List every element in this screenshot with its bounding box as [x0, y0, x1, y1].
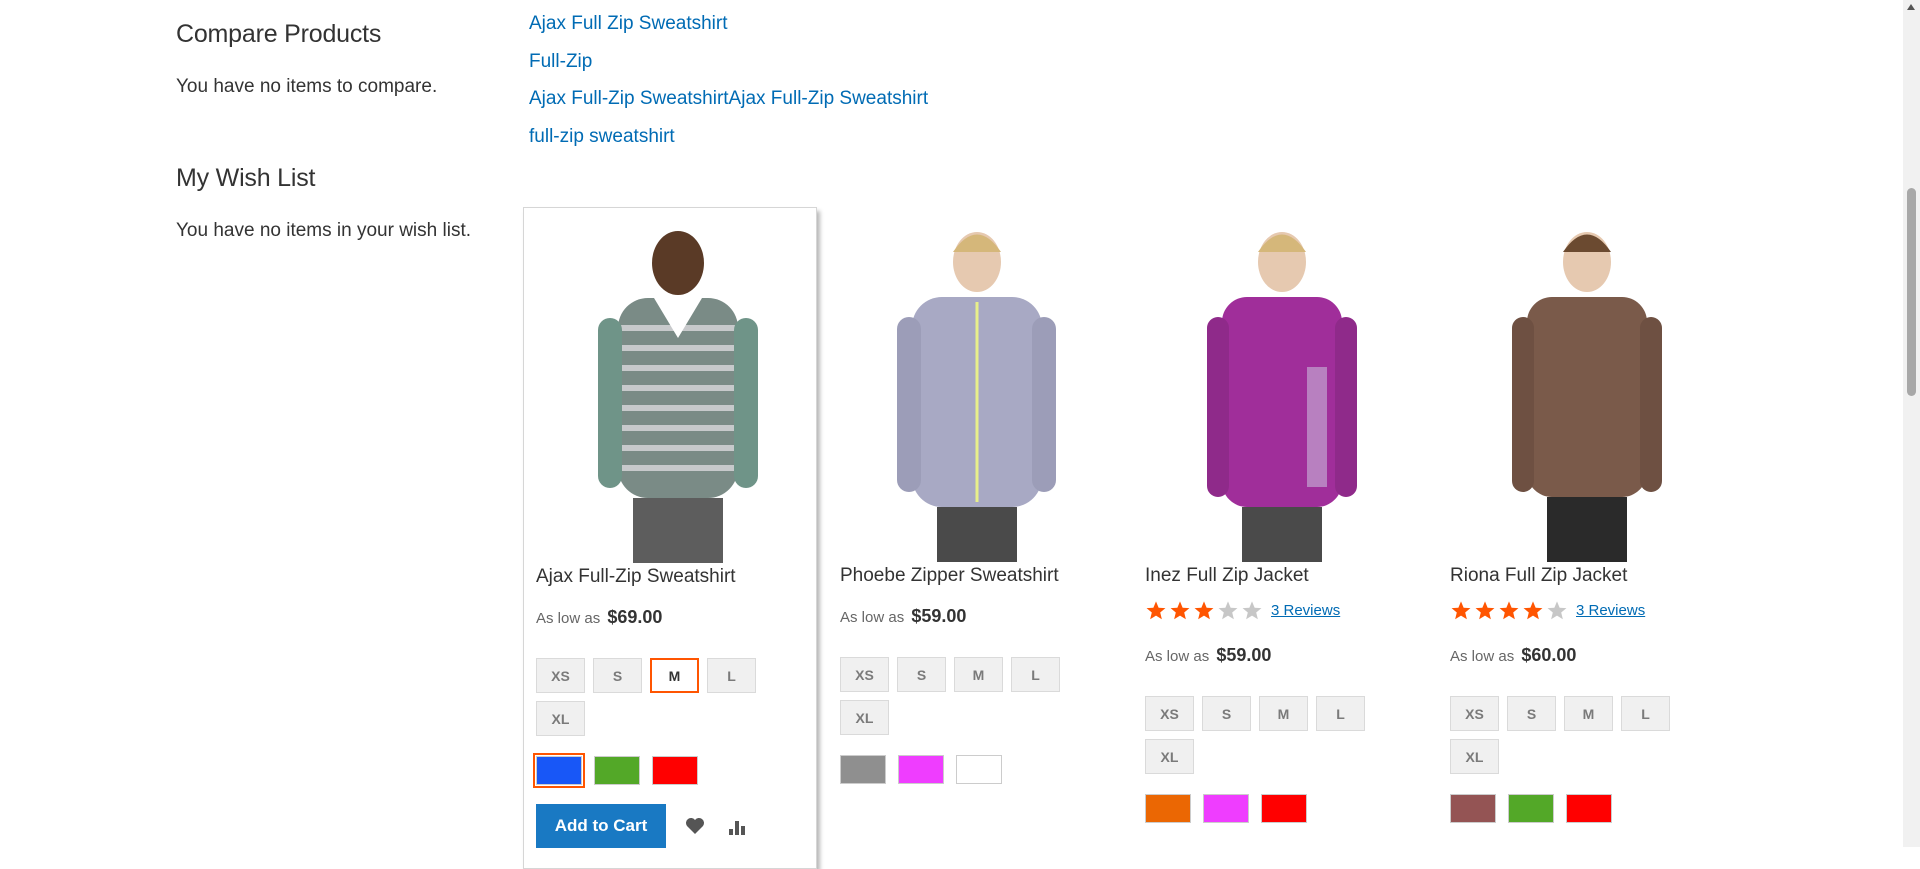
search-term-link[interactable]: full-zip sweatshirt: [529, 125, 928, 149]
star-icon: [1547, 601, 1567, 620]
size-option-selected[interactable]: M: [650, 658, 699, 693]
rating-stars: [1450, 600, 1570, 621]
star-icon: [1170, 601, 1190, 620]
product-name[interactable]: Riona Full Zip Jacket: [1450, 565, 1627, 587]
star-icon: [1451, 601, 1471, 620]
wishlist-empty-text: You have no items in your wish list.: [176, 220, 472, 241]
product-rating: 3 Reviews: [1145, 600, 1340, 621]
star-icon: [1146, 601, 1166, 620]
star-icon: [1475, 601, 1495, 620]
search-term-link[interactable]: Full-Zip: [529, 50, 928, 74]
color-swatch-white[interactable]: [956, 755, 1002, 784]
size-options: XS S M L XL: [536, 658, 796, 736]
bar-chart-icon[interactable]: [724, 813, 750, 839]
size-option[interactable]: M: [954, 657, 1003, 692]
size-options: XS S M L XL: [840, 657, 1100, 735]
related-search-terms: Ajax Full Zip Sweatshirt Full-Zip Ajax F…: [529, 12, 928, 162]
product-card[interactable]: Inez Full Zip Jacket 3 Reviews As low as…: [1133, 207, 1425, 867]
search-term-link[interactable]: Ajax Full Zip Sweatshirt: [529, 12, 928, 36]
color-swatch-orange[interactable]: [1145, 794, 1191, 823]
color-swatch-green[interactable]: [594, 756, 640, 785]
product-name[interactable]: Ajax Full-Zip Sweatshirt: [536, 566, 736, 588]
price-value: $59.00: [911, 606, 967, 626]
reviews-link[interactable]: 3 Reviews: [1576, 602, 1645, 619]
product-actions: Add to Cart: [536, 804, 750, 848]
product-price: As low as $60.00: [1450, 645, 1576, 666]
size-option[interactable]: M: [1259, 696, 1308, 731]
star-icon: [1523, 601, 1543, 620]
size-option[interactable]: L: [1621, 696, 1670, 731]
color-swatch-blue[interactable]: [533, 753, 585, 788]
size-option[interactable]: XL: [536, 701, 585, 736]
color-swatch-brown[interactable]: [1450, 794, 1496, 823]
color-swatch-purple[interactable]: [898, 755, 944, 784]
search-term-link[interactable]: Ajax Full-Zip SweatshirtAjax Full-Zip Sw…: [529, 87, 928, 111]
product-price: As low as $69.00: [536, 607, 662, 628]
size-option[interactable]: S: [1202, 696, 1251, 731]
size-options: XS S M L XL: [1450, 696, 1710, 774]
product-card[interactable]: Phoebe Zipper Sweatshirt As low as $59.0…: [828, 207, 1120, 867]
size-option[interactable]: S: [897, 657, 946, 692]
product-card[interactable]: Riona Full Zip Jacket 3 Reviews As low a…: [1438, 207, 1730, 867]
size-option[interactable]: XL: [840, 700, 889, 735]
color-options: [1450, 794, 1612, 823]
product-name[interactable]: Inez Full Zip Jacket: [1145, 565, 1309, 587]
scroll-up-icon[interactable]: [1907, 4, 1915, 10]
color-swatch-red[interactable]: [1566, 794, 1612, 823]
color-swatch-gray[interactable]: [840, 755, 886, 784]
size-option[interactable]: XL: [1450, 739, 1499, 774]
color-swatch-red[interactable]: [652, 756, 698, 785]
price-prefix: As low as: [1145, 648, 1210, 665]
price-value: $59.00: [1216, 645, 1272, 665]
rating-stars: [1145, 600, 1265, 621]
star-icon: [1242, 601, 1262, 620]
product-price: As low as $59.00: [1145, 645, 1271, 666]
size-option[interactable]: L: [707, 658, 756, 693]
size-option[interactable]: S: [1507, 696, 1556, 731]
size-option[interactable]: L: [1316, 696, 1365, 731]
price-prefix: As low as: [1450, 648, 1515, 665]
price-value: $60.00: [1521, 645, 1577, 665]
price-prefix: As low as: [840, 609, 905, 626]
product-photo[interactable]: [1147, 217, 1410, 562]
reviews-link[interactable]: 3 Reviews: [1271, 602, 1340, 619]
compare-products-title: Compare Products: [176, 20, 382, 48]
product-name[interactable]: Phoebe Zipper Sweatshirt: [840, 565, 1059, 587]
size-option[interactable]: XL: [1145, 739, 1194, 774]
wishlist-title: My Wish List: [176, 164, 316, 192]
size-option[interactable]: S: [593, 658, 642, 693]
color-options: [1145, 794, 1307, 823]
heart-icon[interactable]: [682, 813, 708, 839]
product-photo[interactable]: [842, 217, 1105, 562]
size-option[interactable]: XS: [840, 657, 889, 692]
size-option[interactable]: XS: [1145, 696, 1194, 731]
product-photo[interactable]: [1452, 217, 1715, 562]
scrollbar-thumb[interactable]: [1907, 188, 1916, 396]
page-scrollbar[interactable]: [1903, 0, 1920, 847]
size-option[interactable]: M: [1564, 696, 1613, 731]
star-icon: [1499, 601, 1519, 620]
size-options: XS S M L XL: [1145, 696, 1405, 774]
star-icon: [1218, 601, 1238, 620]
product-rating: 3 Reviews: [1450, 600, 1645, 621]
product-photo[interactable]: [538, 218, 801, 563]
product-price: As low as $59.00: [840, 606, 966, 627]
size-option[interactable]: XS: [536, 658, 585, 693]
price-prefix: As low as: [536, 610, 601, 627]
size-option[interactable]: XS: [1450, 696, 1499, 731]
color-swatch-green[interactable]: [1508, 794, 1554, 823]
color-swatch-purple[interactable]: [1203, 794, 1249, 823]
star-icon: [1194, 601, 1214, 620]
add-to-cart-button[interactable]: Add to Cart: [536, 804, 666, 848]
price-value: $69.00: [607, 607, 663, 627]
compare-empty-text: You have no items to compare.: [176, 76, 438, 97]
color-options: [840, 755, 1002, 784]
product-card[interactable]: Ajax Full-Zip Sweatshirt As low as $69.0…: [523, 207, 817, 869]
color-swatch-red[interactable]: [1261, 794, 1307, 823]
size-option[interactable]: L: [1011, 657, 1060, 692]
color-options: [533, 753, 698, 788]
